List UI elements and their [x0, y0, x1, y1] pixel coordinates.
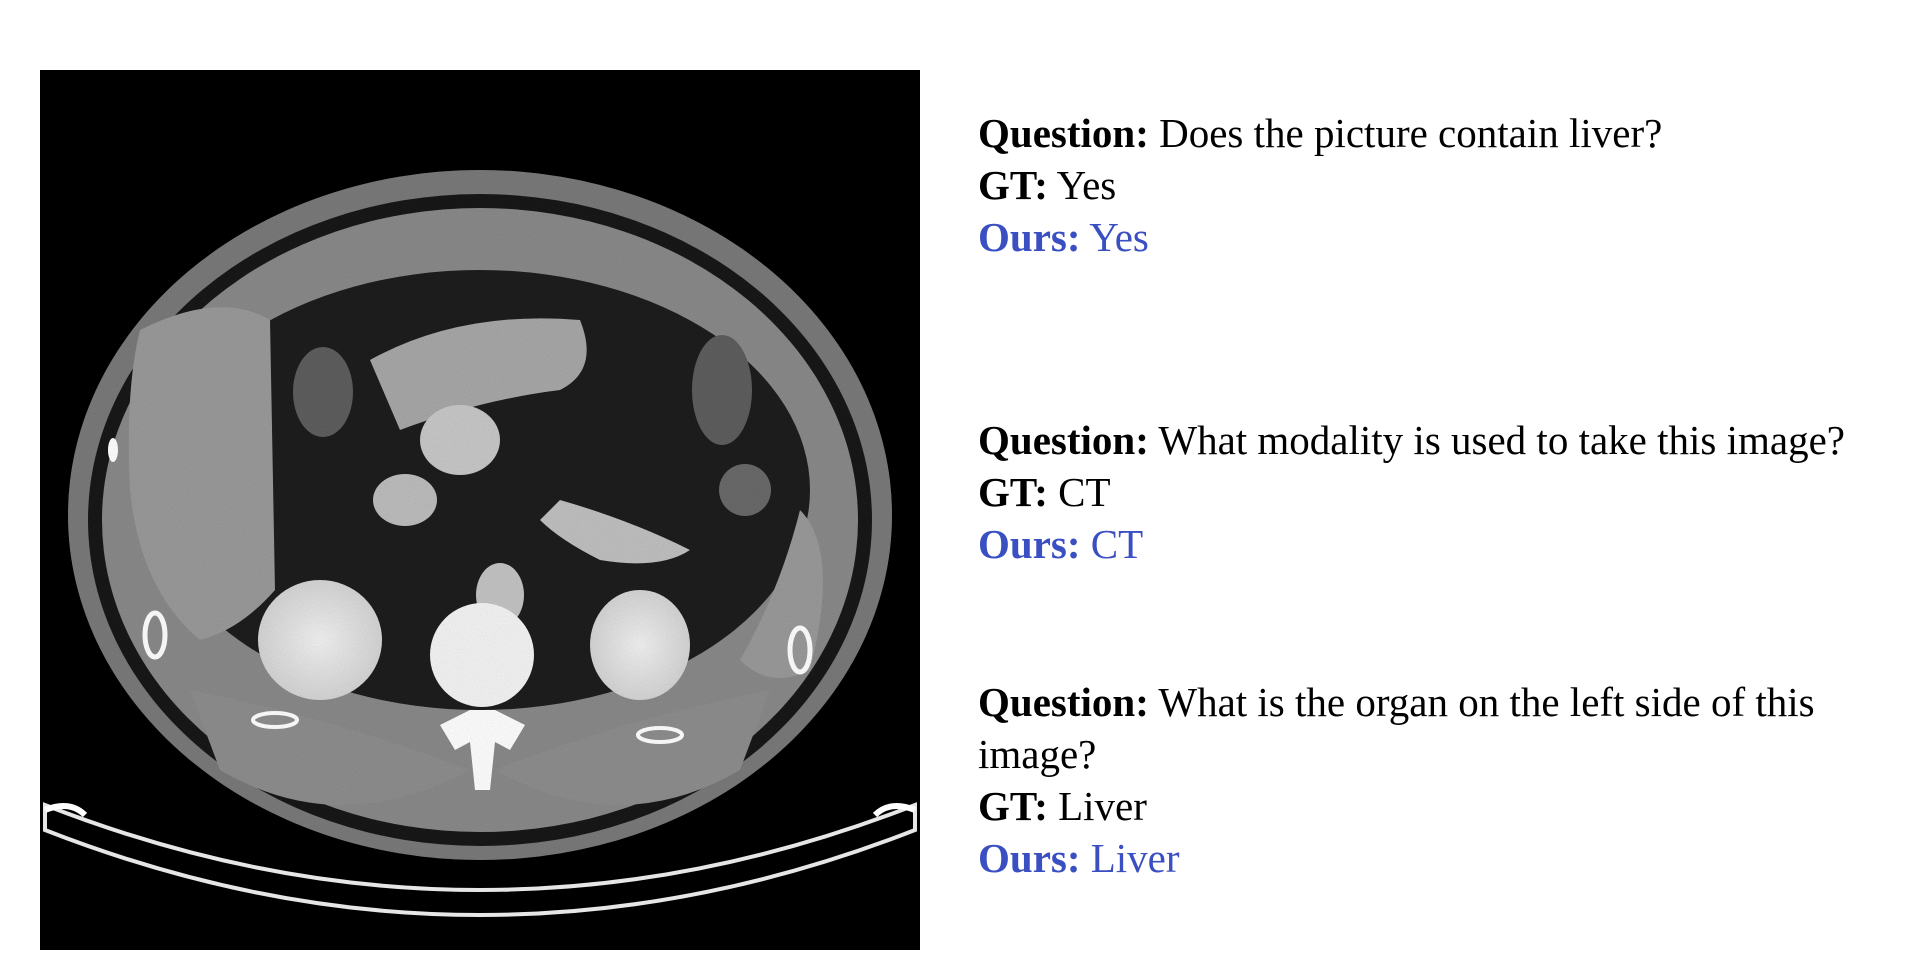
gt-answer: CT — [1058, 469, 1111, 515]
question-label: Question: — [978, 679, 1149, 725]
ct-scan-image — [40, 70, 920, 950]
question-text: Does the picture contain liver? — [1159, 110, 1663, 156]
ours-answer: CT — [1090, 521, 1144, 567]
question-text: What modality is used to take this image… — [1158, 417, 1845, 463]
ours-label: Ours: — [978, 521, 1081, 567]
qa-item-3: Question: What is the organ on the left … — [978, 676, 1878, 884]
qa-item-2: Question: What modality is used to take … — [978, 414, 1845, 570]
gt-label: GT: — [978, 783, 1048, 829]
gt-line: GT: Yes — [978, 159, 1662, 211]
gt-answer: Yes — [1056, 162, 1117, 208]
ours-line: Ours: Liver — [978, 832, 1878, 884]
question-line: Question: What is the organ on the left … — [978, 676, 1878, 780]
gt-answer: Liver — [1058, 783, 1147, 829]
ours-line: Ours: CT — [978, 518, 1845, 570]
question-line: Question: Does the picture contain liver… — [978, 107, 1662, 159]
qa-item-1: Question: Does the picture contain liver… — [978, 107, 1662, 263]
gt-label: GT: — [978, 162, 1048, 208]
ours-label: Ours: — [978, 214, 1081, 260]
ours-line: Ours: Yes — [978, 211, 1662, 263]
ours-answer: Liver — [1090, 835, 1180, 881]
gt-line: GT: Liver — [978, 780, 1878, 832]
question-line: Question: What modality is used to take … — [978, 414, 1845, 466]
gt-label: GT: — [978, 469, 1048, 515]
ours-answer: Yes — [1089, 214, 1149, 260]
ct-scan-drawing — [40, 70, 920, 950]
question-label: Question: — [978, 417, 1149, 463]
ours-label: Ours: — [978, 835, 1081, 881]
gt-line: GT: CT — [978, 466, 1845, 518]
question-label: Question: — [978, 110, 1149, 156]
